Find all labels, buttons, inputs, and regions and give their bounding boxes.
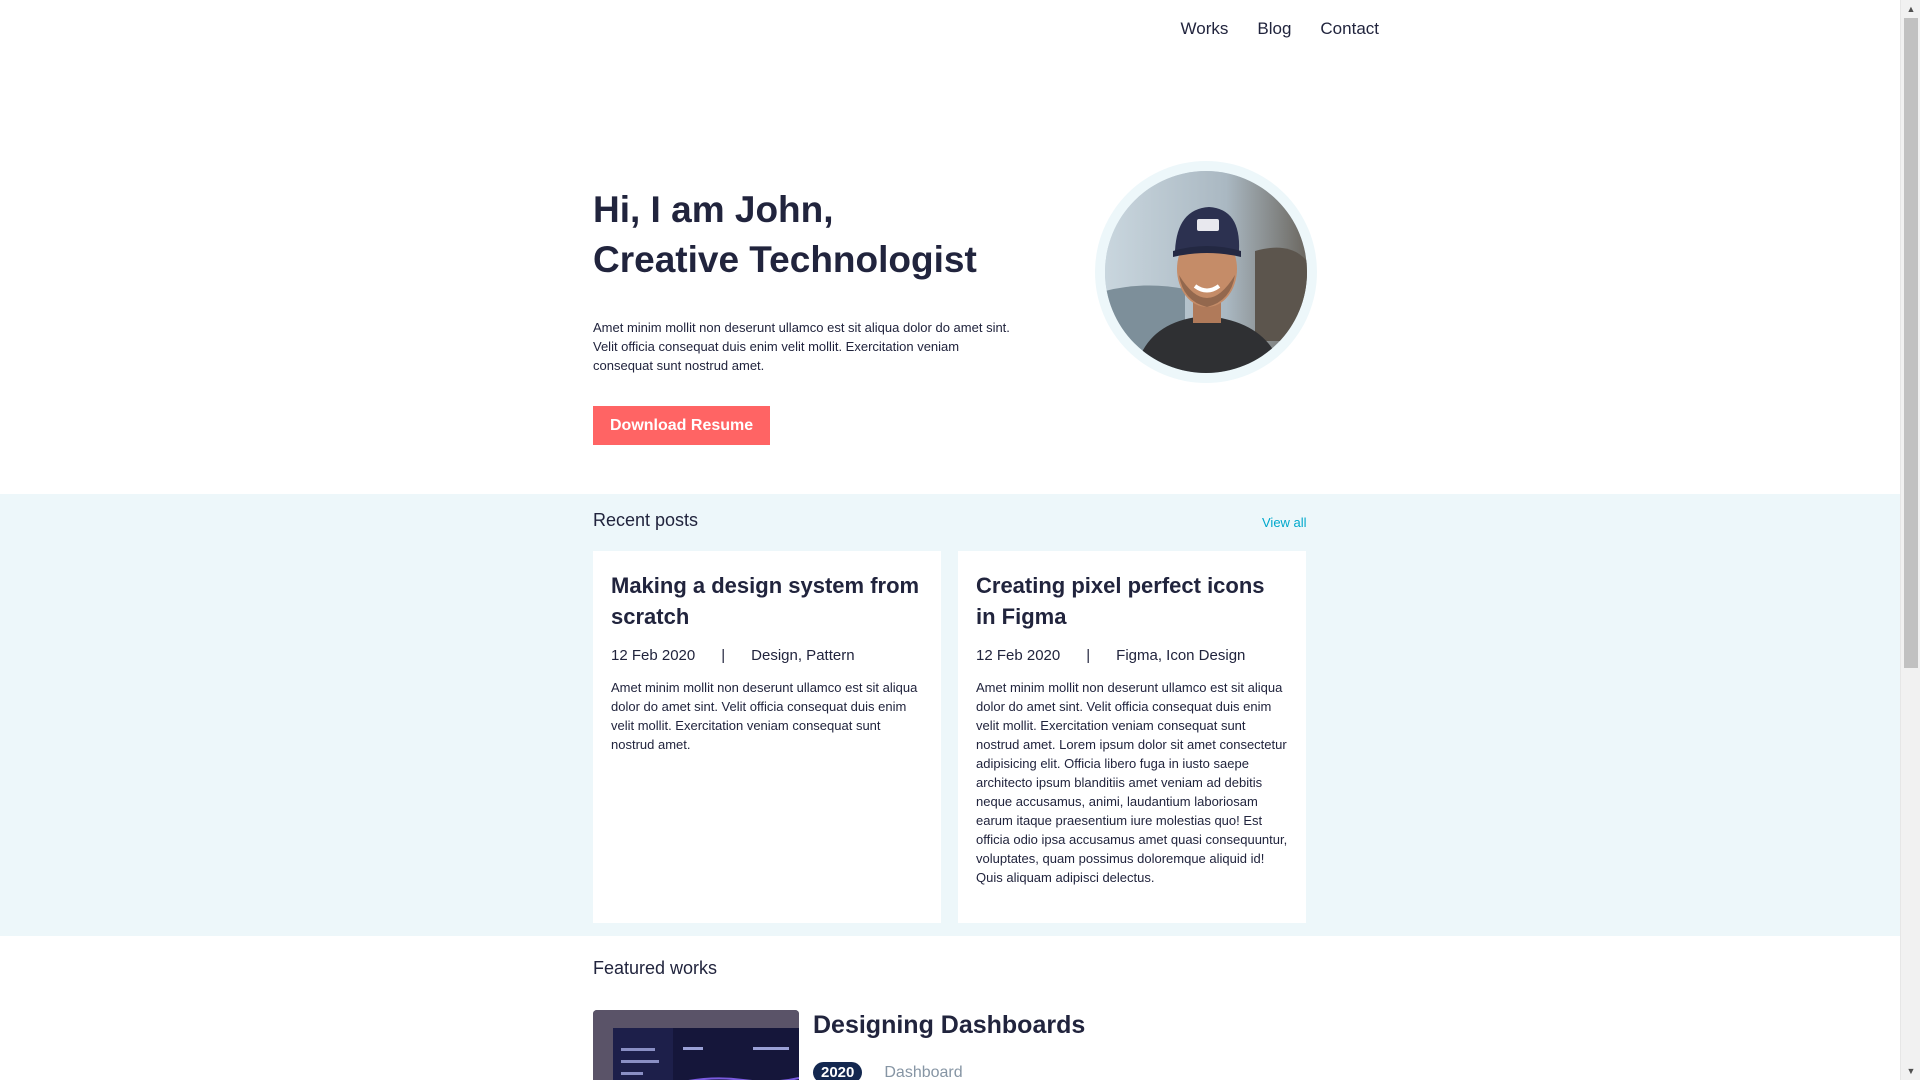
- page: Works Blog Contact Hi, I am John, Creati…: [0, 0, 1900, 1080]
- work-thumbnail[interactable]: [593, 1010, 799, 1080]
- post-date: 12 Feb 2020: [611, 647, 696, 664]
- post-tags: Design, Pattern: [751, 647, 855, 664]
- post-tags: Figma, Icon Design: [1116, 647, 1246, 664]
- scroll-up-arrow-icon[interactable]: ▲: [1901, 0, 1920, 18]
- post-excerpt: Amet minim mollit non deserunt ullamco e…: [611, 680, 918, 752]
- nav-item-blog[interactable]: Blog: [1257, 19, 1291, 39]
- post-date: 12 Feb 2020: [976, 647, 1061, 664]
- post-card[interactable]: Making a design system from scratch 12 F…: [593, 551, 941, 923]
- dashboard-preview-image: [593, 1010, 799, 1080]
- post-meta: 12 Feb 2020 | Design, Pattern: [611, 647, 923, 664]
- hero-heading-line2: Creative Technologist: [593, 239, 977, 280]
- download-resume-button[interactable]: Download Resume: [593, 406, 771, 445]
- avatar: [1105, 171, 1307, 373]
- view-all-link[interactable]: View all: [1262, 515, 1307, 530]
- post-title[interactable]: Creating pixel perfect icons in Figma: [976, 570, 1288, 632]
- scrollbar-thumb[interactable]: [1904, 18, 1918, 668]
- avatar-ring: [1095, 161, 1317, 383]
- post-title[interactable]: Making a design system from scratch: [611, 570, 923, 632]
- hero-description: Amet minim mollit non deserunt ullamco e…: [593, 320, 1010, 373]
- vertical-scrollbar[interactable]: ▲ ▼: [1900, 0, 1920, 1080]
- scroll-down-arrow-icon[interactable]: ▼: [1901, 1062, 1920, 1080]
- recent-posts-section: Recent posts View all Making a design sy…: [0, 494, 1900, 936]
- meta-separator: |: [1086, 647, 1091, 664]
- work-title[interactable]: Designing Dashboards: [813, 1011, 1085, 1040]
- featured-works-title: Featured works: [593, 958, 718, 978]
- post-meta: 12 Feb 2020 | Figma, Icon Design: [976, 647, 1288, 664]
- hero-section: Hi, I am John, Creative Technologist Ame…: [593, 185, 1043, 445]
- meta-separator: |: [721, 647, 726, 664]
- hero-heading: Hi, I am John, Creative Technologist: [593, 185, 1043, 285]
- nav-item-contact[interactable]: Contact: [1320, 19, 1379, 39]
- avatar-photo: [1105, 171, 1307, 373]
- post-card[interactable]: Creating pixel perfect icons in Figma 12…: [958, 551, 1306, 923]
- work-meta: 2020 Dashboard: [813, 1062, 963, 1080]
- nav-item-works[interactable]: Works: [1181, 19, 1229, 39]
- top-nav: Works Blog Contact: [1181, 19, 1379, 39]
- hero-heading-line1: Hi, I am John,: [593, 189, 834, 230]
- post-excerpt: Amet minim mollit non deserunt ullamco e…: [976, 680, 1288, 885]
- year-badge: 2020: [813, 1062, 863, 1080]
- recent-posts-title: Recent posts: [593, 510, 699, 530]
- work-category: Dashboard: [884, 1063, 963, 1080]
